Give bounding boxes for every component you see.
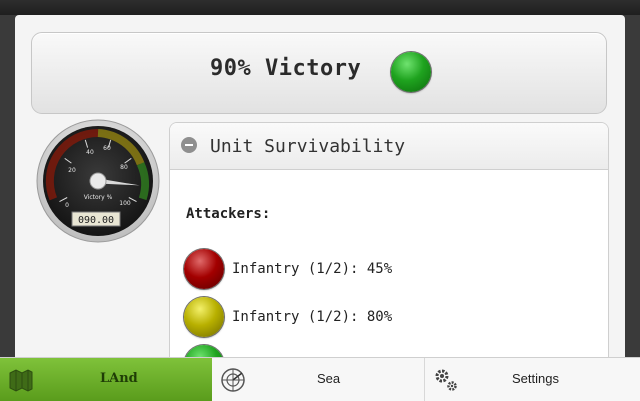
gauge-tick-label: 40 [86, 149, 94, 156]
attackers-label: Attackers: [186, 206, 271, 222]
tab-sea-label: Sea [317, 371, 341, 386]
unit-row: Infantry (1/2): 45% [184, 249, 584, 293]
gears-icon [435, 369, 457, 391]
victory-status-light [391, 52, 431, 92]
unit-label: Infantry (1/2): 45% [232, 261, 393, 277]
tab-land-label: LAnd [100, 371, 138, 386]
gauge-hub [89, 172, 107, 190]
status-light-red [184, 249, 224, 289]
bottom-tab-bar: LAnd Sea Settings [0, 357, 640, 401]
radar-icon [221, 368, 245, 392]
unit-row: Infantry (1/2): 80% [184, 297, 584, 341]
tab-land[interactable]: LAnd [0, 358, 212, 401]
panel-title: Unit Survivability [210, 136, 406, 157]
victory-gauge: 0 20 40 60 80 100 Victory % 090.00 [36, 119, 160, 243]
app-content: 90% Victory 0 20 40 60 80 100 Victory % … [15, 15, 625, 360]
gauge-zone-high [136, 162, 150, 201]
gauge-tick-label: 100 [119, 200, 131, 207]
panel-header[interactable]: Unit Survivability [170, 123, 608, 170]
victory-banner: 90% Victory [31, 32, 607, 114]
unit-label: Infantry (1/2): 80% [232, 309, 393, 325]
minus-circle-icon[interactable] [181, 137, 197, 153]
unit-survivability-panel: Unit Survivability Attackers: Infantry (… [169, 122, 609, 360]
victory-text: 90% Victory [210, 56, 362, 81]
gauge-tick-label: 80 [120, 164, 128, 171]
gauge-readout: 090.00 [78, 215, 114, 226]
tab-sea[interactable]: Sea [212, 358, 425, 401]
tab-settings-label: Settings [512, 371, 559, 386]
map-icon [9, 369, 33, 392]
top-bar [0, 0, 640, 15]
gauge-tick-label: 60 [103, 145, 111, 152]
tab-settings[interactable]: Settings [425, 358, 640, 401]
gauge-tick-label: 20 [68, 167, 76, 174]
gauge-caption: Victory % [84, 194, 113, 201]
gauge-tick-label: 0 [65, 202, 69, 209]
status-light-yellow [184, 297, 224, 337]
